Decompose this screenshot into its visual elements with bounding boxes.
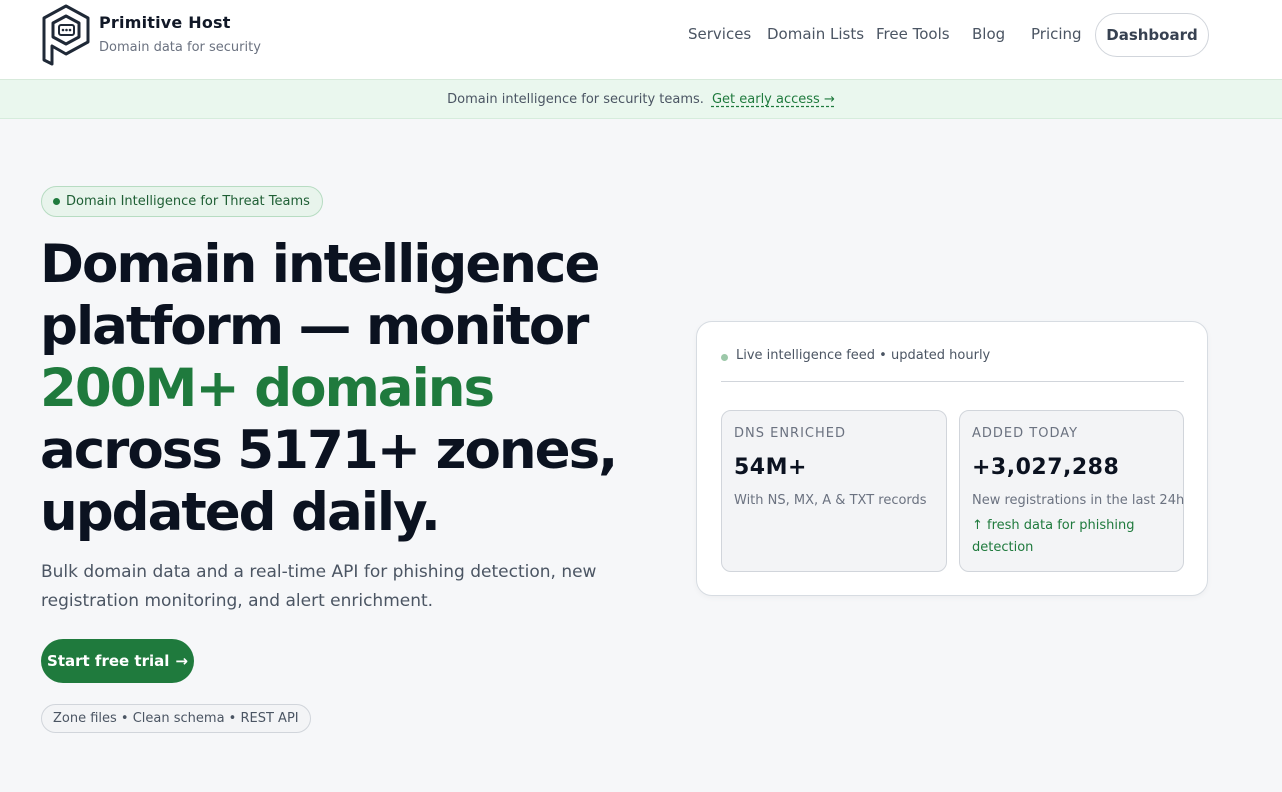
nav-pricing[interactable]: Pricing [1031, 25, 1082, 43]
headline-part2: across 5171+ zones, updated daily. [40, 420, 618, 543]
brand-tagline: Domain data for security [99, 40, 261, 55]
feed-label: Live intelligence feed • updated hourly [736, 348, 991, 363]
banner-text: Domain intelligence for security teams. [447, 91, 704, 107]
announcement-banner: Domain intelligence for security teams. … [0, 80, 1282, 119]
hero-subtext: Bulk domain data and a real-time API for… [41, 562, 597, 611]
headline-accent: 200M+ domains [40, 358, 495, 419]
start-free-trial-button[interactable]: Start free trial → [41, 639, 194, 683]
stat-note: With NS, MX, A & TXT records [734, 493, 927, 508]
stat-added-today: ADDED TODAY +3,027,288 New registrations… [959, 410, 1184, 572]
live-dot-icon [721, 354, 728, 361]
hero-headline: Domain intelligence platform — monitor 2… [40, 234, 660, 544]
site-header: Primitive Host Domain data for security … [0, 0, 1282, 80]
stat-value: +3,027,288 [972, 455, 1120, 480]
features-tag: Zone files • Clean schema • REST API [41, 704, 311, 733]
pill-dot-icon [53, 198, 60, 205]
brand-name[interactable]: Primitive Host [99, 13, 231, 32]
nav-services[interactable]: Services [688, 25, 751, 43]
intelligence-feed-card: Live intelligence feed • updated hourly … [696, 321, 1208, 596]
cta-label: Start free trial [47, 652, 170, 670]
early-access-link[interactable]: Get early access → [712, 92, 835, 107]
arrow-right-icon: → [175, 652, 188, 670]
stat-note: New registrations in the last 24h [972, 493, 1185, 508]
stat-label: DNS ENRICHED [734, 426, 847, 441]
stat-dns-enriched: DNS ENRICHED 54M+ With NS, MX, A & TXT r… [721, 410, 947, 572]
nav-domain-lists[interactable]: Domain Lists [767, 25, 864, 43]
pill-label: Domain Intelligence for Threat Teams [66, 194, 310, 209]
stat-label: ADDED TODAY [972, 426, 1079, 441]
headline-part1: Domain intelligence platform — monitor [40, 234, 600, 357]
stat-value: 54M+ [734, 455, 807, 480]
primitive-host-logo-icon[interactable] [40, 3, 92, 67]
stat-trend: ↑ fresh data for phishing detection [972, 518, 1135, 555]
category-pill: Domain Intelligence for Threat Teams [41, 186, 323, 217]
nav-blog[interactable]: Blog [972, 25, 1005, 43]
dashboard-button[interactable]: Dashboard [1095, 13, 1209, 57]
card-divider [721, 381, 1184, 382]
nav-free-tools[interactable]: Free Tools [876, 25, 950, 43]
